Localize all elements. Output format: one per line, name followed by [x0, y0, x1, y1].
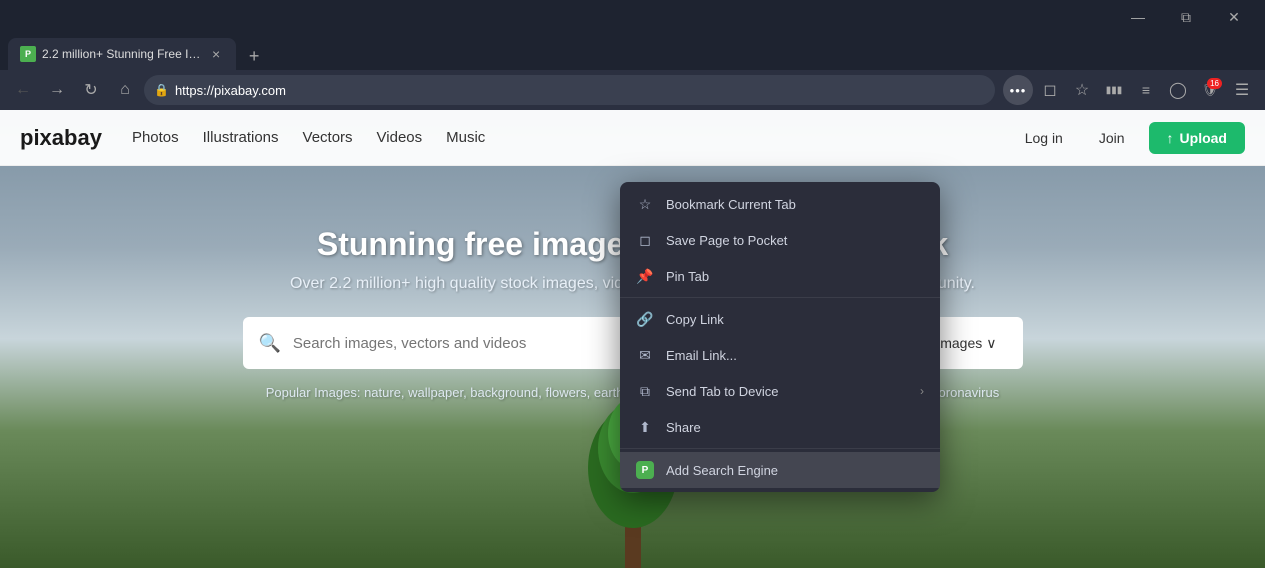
home-button[interactable]: ⌂	[110, 75, 140, 105]
tab-favicon: P	[20, 46, 36, 62]
nav-music[interactable]: Music	[446, 129, 485, 146]
join-button[interactable]: Join	[1087, 124, 1137, 152]
tab-bar: P 2.2 million+ Stunning Free Ima... × +	[0, 34, 1265, 70]
restore-button[interactable]: ⧉	[1163, 3, 1209, 31]
security-icon: 🔒	[154, 83, 169, 97]
menu-item-pocket-label: Save Page to Pocket	[666, 233, 924, 248]
menu-item-email-link-label: Email Link...	[666, 348, 924, 363]
nav-vectors[interactable]: Vectors	[303, 129, 353, 146]
menu-item-bookmark-label: Bookmark Current Tab	[666, 197, 924, 212]
menu-item-share[interactable]: ⬆ Share	[620, 409, 940, 445]
bookmark-star-button[interactable]: ☆	[1067, 75, 1097, 105]
toolbar-right: ••• ◻ ☆ ▮▮▮ ≡ ◯ 🛡 16 ☰	[1003, 75, 1257, 105]
menu-item-email-link[interactable]: ✉ Email Link...	[620, 337, 940, 373]
menu-separator-1	[620, 297, 940, 298]
menu-item-share-label: Share	[666, 420, 924, 435]
toolbar: ← → ↻ ⌂ 🔒 ••• ◻ ☆ ▮▮▮ ≡ ◯	[0, 70, 1265, 110]
menu-item-copy-link-label: Copy Link	[666, 312, 924, 327]
history-icon: ▮▮▮	[1106, 85, 1123, 96]
hamburger-icon: ☰	[1235, 80, 1249, 100]
nav-links: Photos Illustrations Vectors Videos Musi…	[132, 129, 485, 146]
navbar-right: Log in Join ↑ Upload	[1013, 122, 1245, 154]
pocket-button[interactable]: ◻	[1035, 75, 1065, 105]
title-bar: — ⧉ ✕	[0, 0, 1265, 34]
pocket-icon: ◻	[1043, 80, 1056, 100]
menu-separator-2	[620, 448, 940, 449]
browser-chrome: — ⧉ ✕ P 2.2 million+ Stunning Free Ima..…	[0, 0, 1265, 110]
forward-button[interactable]: →	[42, 75, 72, 105]
share-menu-icon: ⬆	[636, 418, 654, 436]
popular-label: Popular Images:	[266, 385, 361, 400]
upload-label: Upload	[1180, 130, 1227, 146]
submenu-arrow-icon: ›	[920, 384, 924, 398]
account-button[interactable]: ◯	[1163, 75, 1193, 105]
site-logo[interactable]: pixabay	[20, 125, 102, 151]
login-button[interactable]: Log in	[1013, 124, 1075, 152]
upload-icon: ↑	[1167, 130, 1174, 146]
minimize-button[interactable]: —	[1115, 3, 1161, 31]
back-button[interactable]: ←	[8, 75, 38, 105]
website: pixabay Photos Illustrations Vectors Vid…	[0, 110, 1265, 568]
menu-item-pin[interactable]: 📌 Pin Tab	[620, 258, 940, 294]
context-menu: ☆ Bookmark Current Tab ◻ Save Page to Po…	[620, 182, 940, 492]
menu-item-pocket[interactable]: ◻ Save Page to Pocket	[620, 222, 940, 258]
nav-photos[interactable]: Photos	[132, 129, 179, 146]
account-icon: ◯	[1169, 80, 1187, 100]
pocket-menu-icon: ◻	[636, 231, 654, 249]
menu-item-copy-link[interactable]: 🔗 Copy Link	[620, 301, 940, 337]
history-button[interactable]: ▮▮▮	[1099, 75, 1129, 105]
search-icon: 🔍	[259, 333, 281, 354]
reader-icon: ≡	[1142, 82, 1150, 98]
star-icon: ☆	[1075, 80, 1089, 100]
copy-link-menu-icon: 🔗	[636, 310, 654, 328]
tab-close-button[interactable]: ×	[208, 44, 224, 64]
menu-item-pin-label: Pin Tab	[666, 269, 924, 284]
menu-item-add-search-label: Add Search Engine	[666, 463, 924, 478]
tab-title: 2.2 million+ Stunning Free Ima...	[42, 47, 202, 61]
more-button[interactable]: •••	[1003, 75, 1033, 105]
extension-badge: 16	[1207, 78, 1222, 89]
extension-button[interactable]: 🛡 16	[1195, 75, 1225, 105]
send-tab-menu-icon: ⧉	[636, 382, 654, 400]
refresh-button[interactable]: ↻	[76, 75, 106, 105]
nav-videos[interactable]: Videos	[377, 129, 423, 146]
menu-item-send-tab-label: Send Tab to Device	[666, 384, 908, 399]
navbar: pixabay Photos Illustrations Vectors Vid…	[0, 110, 1265, 166]
menu-item-add-search[interactable]: P Add Search Engine	[620, 452, 940, 488]
search-type-label: Images	[936, 335, 982, 351]
address-bar-container[interactable]: 🔒	[144, 75, 995, 105]
nav-illustrations[interactable]: Illustrations	[203, 129, 279, 146]
bookmark-menu-icon: ☆	[636, 195, 654, 213]
chevron-down-icon: ∨	[986, 335, 996, 352]
pin-menu-icon: 📌	[636, 267, 654, 285]
close-button[interactable]: ✕	[1211, 3, 1257, 31]
new-tab-button[interactable]: +	[240, 42, 268, 70]
active-tab[interactable]: P 2.2 million+ Stunning Free Ima... ×	[8, 38, 236, 70]
menu-item-send-tab[interactable]: ⧉ Send Tab to Device ›	[620, 373, 940, 409]
address-bar[interactable]	[175, 83, 985, 98]
more-icon: •••	[1010, 83, 1027, 98]
menu-item-bookmark[interactable]: ☆ Bookmark Current Tab	[620, 186, 940, 222]
reader-button[interactable]: ≡	[1131, 75, 1161, 105]
email-menu-icon: ✉	[636, 346, 654, 364]
upload-button[interactable]: ↑ Upload	[1149, 122, 1245, 154]
add-search-menu-icon: P	[636, 461, 654, 479]
menu-button[interactable]: ☰	[1227, 75, 1257, 105]
